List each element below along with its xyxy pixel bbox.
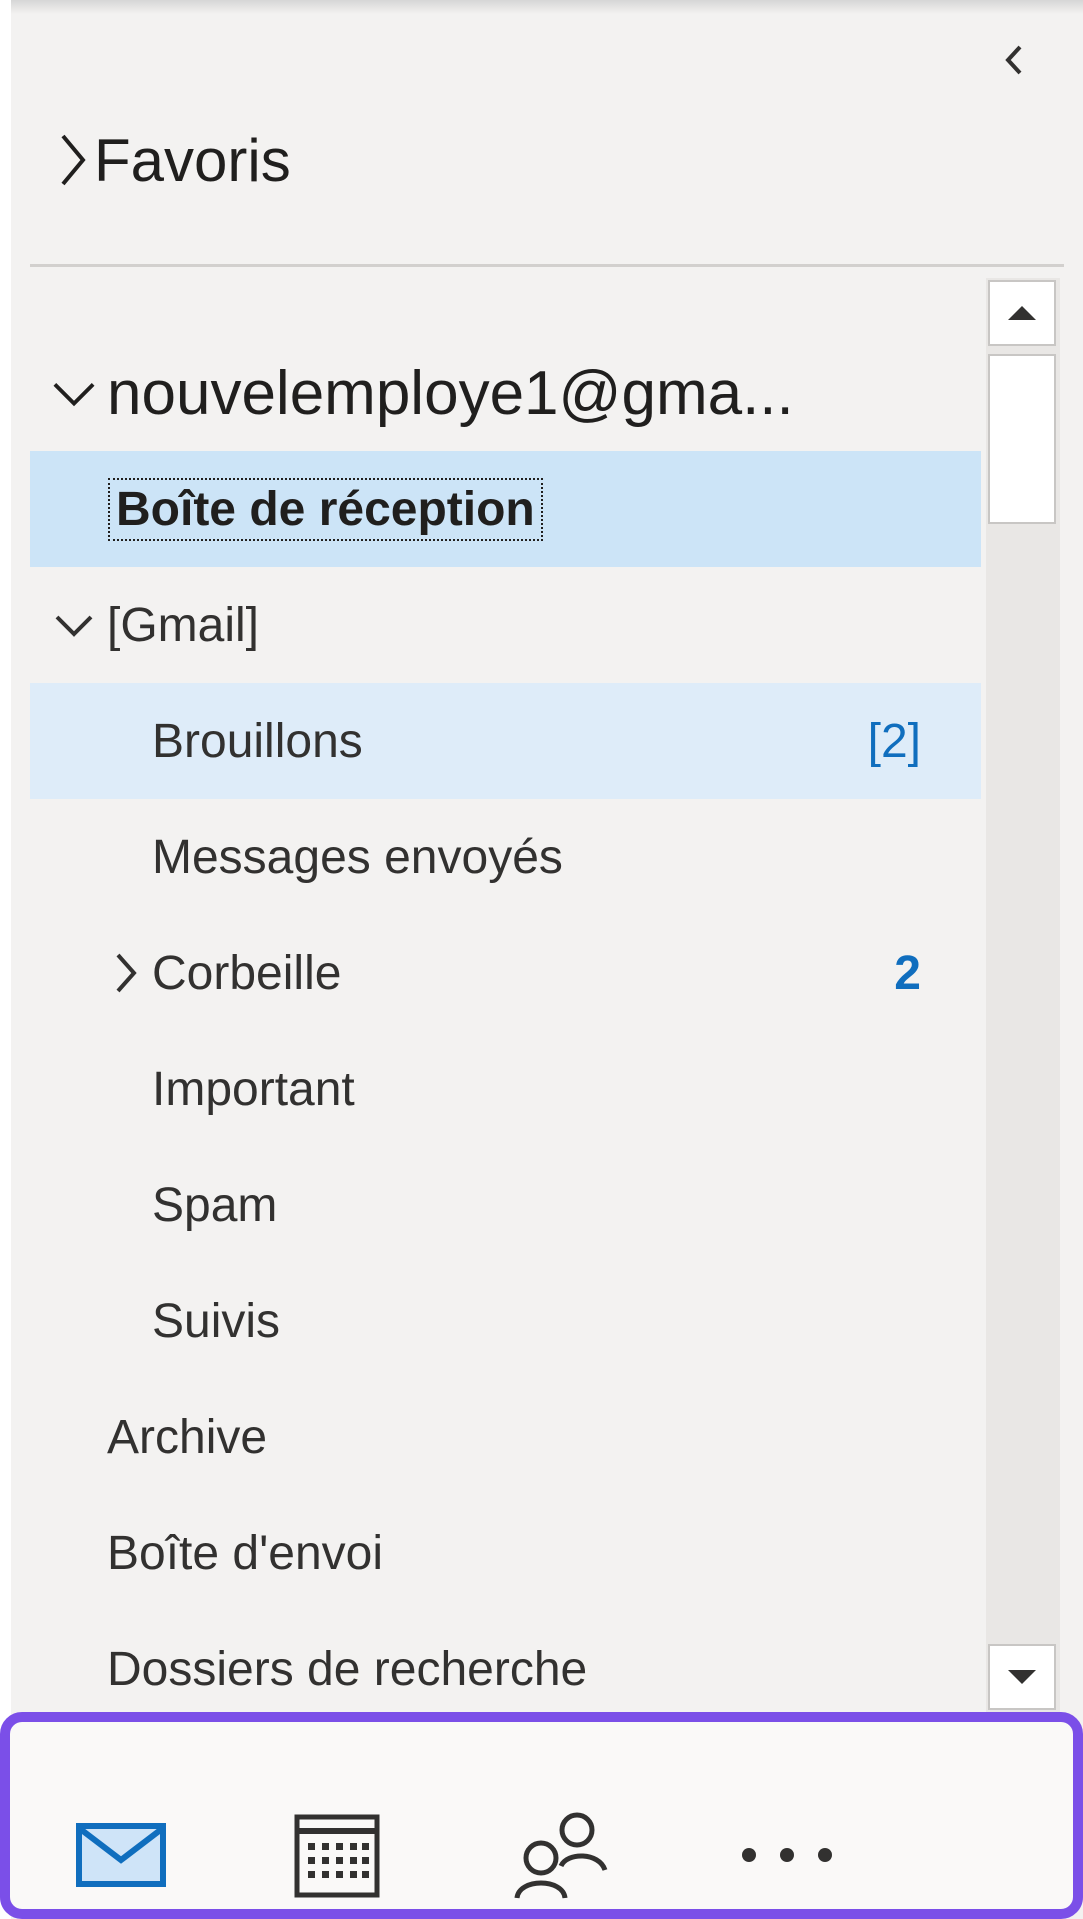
folder-outbox-label: Boîte d'envoi [107, 1526, 384, 1580]
people-icon [514, 1812, 608, 1899]
folder-followups[interactable]: Suivis [30, 1263, 981, 1379]
account-header[interactable]: nouvelemploye1@gma... [30, 335, 981, 451]
folder-drafts[interactable]: Brouillons [2] [30, 683, 981, 799]
mail-nav-button[interactable] [66, 1800, 176, 1910]
mail-icon [76, 1823, 166, 1887]
chevron-down-icon [52, 363, 96, 423]
folder-spam-label: Spam [152, 1178, 278, 1232]
top-shadow [0, 0, 1083, 14]
collapse-pane-button[interactable] [996, 36, 1032, 84]
folder-outbox[interactable]: Boîte d'envoi [30, 1495, 981, 1611]
folder-important[interactable]: Important [30, 1031, 981, 1147]
chevron-down-icon [52, 595, 96, 655]
chevron-right-icon[interactable] [104, 943, 148, 1003]
folder-archive-label: Archive [107, 1410, 268, 1464]
calendar-nav-button[interactable] [282, 1800, 392, 1910]
favorites-header[interactable]: Favoris [52, 118, 291, 202]
chevron-left-icon [1005, 45, 1022, 75]
trash-unread-count: 2 [894, 946, 921, 1000]
calendar-icon [294, 1814, 380, 1898]
triangle-down-icon [1008, 1670, 1036, 1684]
triangle-up-icon [1008, 306, 1036, 320]
folder-inbox[interactable]: Boîte de réception [30, 451, 981, 567]
folder-gmail[interactable]: [Gmail] [30, 567, 981, 683]
folder-followups-label: Suivis [152, 1294, 281, 1348]
module-switcher [0, 1712, 1083, 1919]
folder-tree: nouvelemploye1@gma... Boîte de réception… [30, 335, 981, 1727]
folder-trash[interactable]: Corbeille 2 [30, 915, 981, 1031]
chevron-right-icon [52, 130, 92, 190]
folder-important-label: Important [152, 1062, 355, 1116]
folder-drafts-label: Brouillons [152, 714, 363, 768]
left-edge [0, 0, 11, 1919]
folder-search-folders-label: Dossiers de recherche [107, 1642, 588, 1696]
more-icon [742, 1848, 832, 1862]
folder-search-folders[interactable]: Dossiers de recherche [30, 1611, 981, 1727]
folder-scrollbar[interactable] [986, 278, 1060, 1712]
section-divider [30, 264, 1064, 267]
scroll-up-button[interactable] [988, 280, 1056, 346]
folder-archive[interactable]: Archive [30, 1379, 981, 1495]
drafts-count: [2] [867, 714, 921, 768]
folder-inbox-label: Boîte de réception [108, 477, 543, 541]
folder-sent[interactable]: Messages envoyés [30, 799, 981, 915]
more-nav-button[interactable] [732, 1800, 842, 1910]
folder-sent-label: Messages envoyés [152, 830, 563, 884]
folder-spam[interactable]: Spam [30, 1147, 981, 1263]
favorites-label: Favoris [94, 126, 291, 194]
people-nav-button[interactable] [506, 1800, 616, 1910]
folder-trash-label: Corbeille [152, 946, 342, 1000]
folder-gmail-label: [Gmail] [107, 598, 260, 652]
scroll-down-button[interactable] [988, 1644, 1056, 1710]
scrollbar-thumb[interactable] [988, 354, 1056, 524]
account-email: nouvelemploye1@gma... [107, 358, 794, 428]
